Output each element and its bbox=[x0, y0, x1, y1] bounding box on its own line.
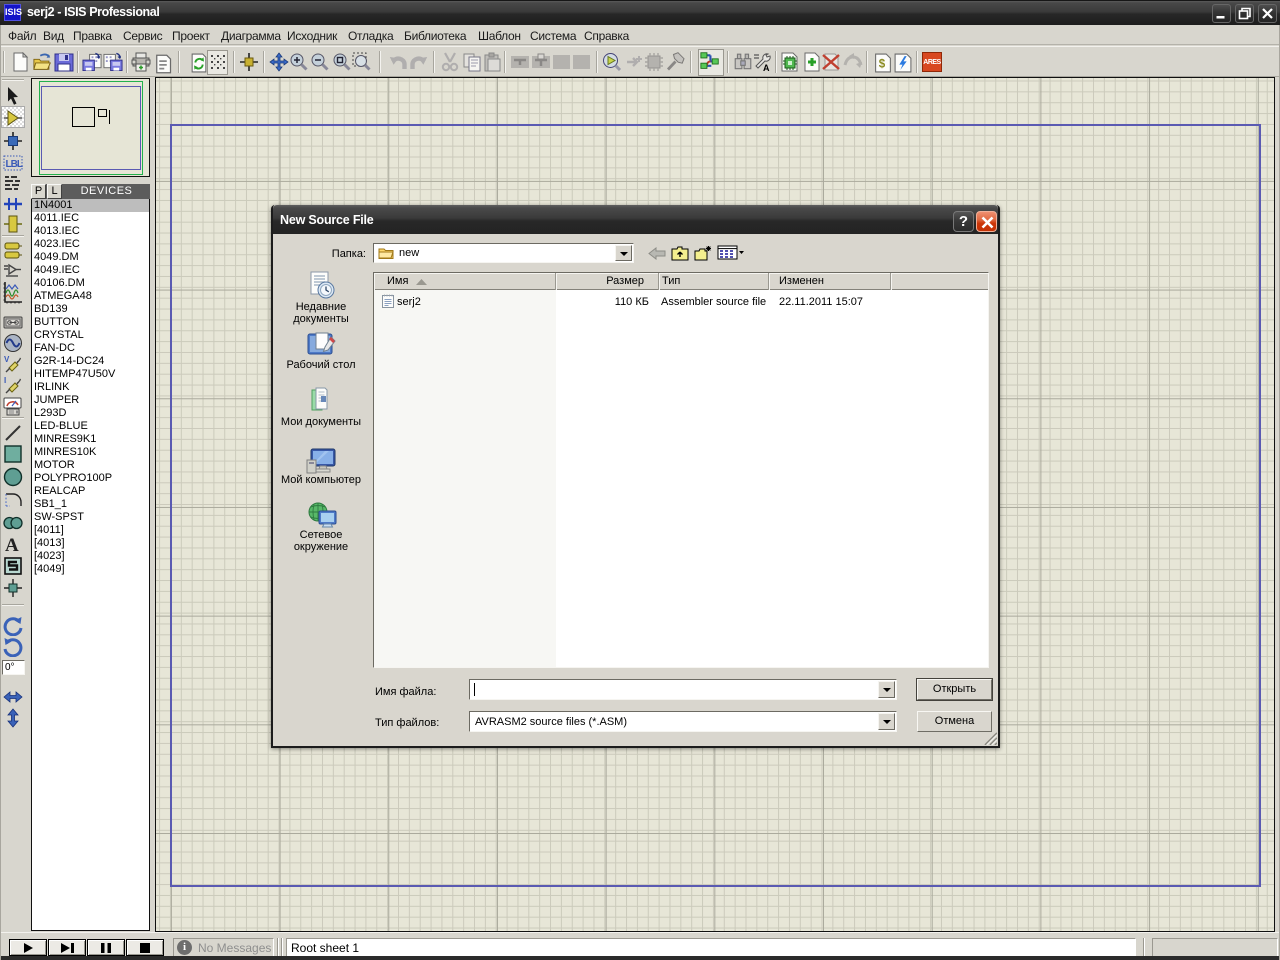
svg-text:I: I bbox=[4, 376, 6, 385]
svg-text:V: V bbox=[4, 355, 10, 364]
svg-text:A: A bbox=[5, 535, 19, 554]
svg-text:$: $ bbox=[879, 59, 886, 71]
svg-text:A: A bbox=[763, 63, 770, 72]
svg-text:LBL: LBL bbox=[6, 159, 23, 170]
